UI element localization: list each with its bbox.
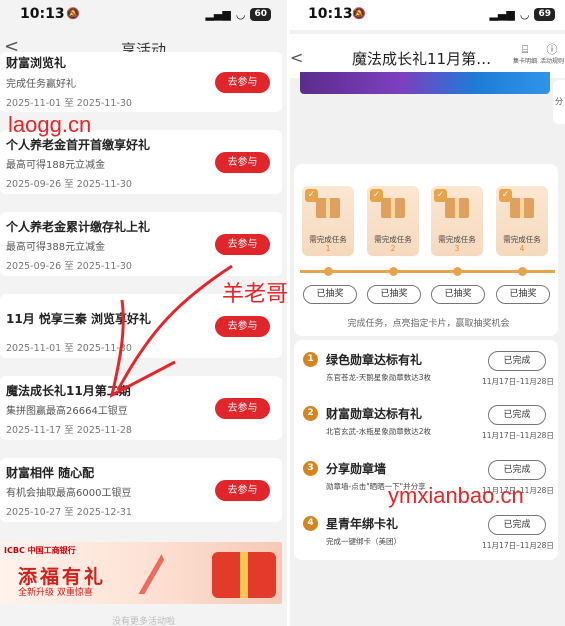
activity-title: 11月 悦享三秦 浏览享好礼 xyxy=(6,312,152,326)
task-number: 1 xyxy=(303,352,318,367)
activity-date: 2025-11-01 至 2025-11-30 xyxy=(6,98,132,109)
banner-tagline: 全新升级 双重惊喜 xyxy=(18,588,93,598)
reward-box[interactable]: ✓ 需完成任务 4 xyxy=(496,186,548,256)
join-button[interactable]: 去参与 xyxy=(215,316,270,337)
info-icon: ⓘ xyxy=(546,43,558,56)
share-tab[interactable]: 分 xyxy=(553,80,565,124)
status-time: 10:13 xyxy=(308,6,353,22)
join-button[interactable]: 去参与 xyxy=(215,152,270,173)
card-detail-icon: ⌸ xyxy=(521,43,529,56)
status-time: 10:13 xyxy=(20,6,65,22)
task-number: 2 xyxy=(303,406,318,421)
back-icon[interactable]: < xyxy=(290,48,303,67)
status-bar: 10:13 🔕 ▂▄▆ ◡ 60 xyxy=(0,0,287,30)
activity-title: 个人养老金首开首缴享好礼 xyxy=(6,138,151,152)
gift-icon xyxy=(316,198,340,218)
battery-icon: 69 xyxy=(534,8,555,21)
activity-date: 2025-09-26 至 2025-11-30 xyxy=(6,261,132,272)
silent-icon: 🔕 xyxy=(352,7,366,20)
status-bar: 10:13 🔕 ▂▄▆ ◡ 69 xyxy=(290,0,565,30)
progress-dot xyxy=(389,267,398,276)
activity-card[interactable]: 个人养老金首开首缴享好礼 最高可得188元立减金 2025-09-26 至 20… xyxy=(0,130,282,194)
activity-title: 个人养老金累计缴存礼上礼 xyxy=(6,220,151,234)
drawn-button[interactable]: 已抽奖 xyxy=(496,285,550,304)
promo-banner[interactable]: ICBC 中国工商银行 添福有礼 全新升级 双重惊喜 xyxy=(0,542,282,604)
progress-dot xyxy=(453,267,462,276)
completed-button[interactable]: 已完成 xyxy=(488,515,546,535)
wifi-icon: ◡ xyxy=(519,8,530,21)
gift-box-graphic xyxy=(212,552,276,598)
task-desc: 东官苍龙-天鹅星象勋章数达3枚 xyxy=(326,373,431,382)
instruction-text: 完成任务，点亮指定卡片，赢取抽奖机会 xyxy=(347,319,510,329)
signal-icon: ▂▄▆ xyxy=(205,8,231,21)
drawn-button[interactable]: 已抽奖 xyxy=(303,285,357,304)
completed-button[interactable]: 已完成 xyxy=(488,351,546,371)
list-end-note: 没有更多活动啦 xyxy=(111,617,175,626)
watermark-text: 羊老哥 xyxy=(222,281,289,306)
progress-dot xyxy=(324,267,333,276)
completed-button[interactable]: 已完成 xyxy=(488,460,546,480)
activity-date: 2025-11-17 至 2025-11-28 xyxy=(6,425,132,436)
gift-icon xyxy=(445,198,469,218)
task-date: 11月17日–11月28日 xyxy=(482,431,554,440)
activity-subtitle: 最高可得388元立减金 xyxy=(6,242,106,253)
task-date: 11月17日–11月28日 xyxy=(482,377,554,386)
completed-button[interactable]: 已完成 xyxy=(488,405,546,425)
gift-icon xyxy=(381,198,405,218)
activity-card[interactable]: 财富相伴 随心配 有机会抽取最高6000工银豆 2025-10-27 至 202… xyxy=(0,458,282,522)
task-name: 绿色勋章达标有礼 xyxy=(326,353,423,367)
progress-dot xyxy=(518,267,527,276)
signal-icon: ▂▄▆ xyxy=(489,8,515,21)
task-name: 分享勋章墙 xyxy=(326,462,387,476)
task-date: 11月17日–11月28日 xyxy=(482,541,554,550)
hero-banner-strip xyxy=(300,72,550,94)
gift-icon xyxy=(510,198,534,218)
bank-logo: ICBC 中国工商银行 xyxy=(4,546,76,555)
task-desc: 北官玄武-水瓶星象勋章数达2枚 xyxy=(326,427,431,436)
battery-icon: 60 xyxy=(250,8,271,21)
task-name: 财富勋章达标有礼 xyxy=(326,407,423,421)
card-details-button[interactable]: ⌸ 集卡明细 xyxy=(512,43,538,66)
reward-box[interactable]: ✓ 需完成任务 1 xyxy=(302,186,354,256)
watermark-text: laogg.cn xyxy=(8,112,92,137)
activity-title: 魔法成长礼11月第二期 xyxy=(6,384,131,398)
page-title: 魔法成长礼11月第… xyxy=(352,50,492,68)
activity-date: 2025-09-26 至 2025-11-30 xyxy=(6,179,132,190)
reward-box[interactable]: ✓ 需完成任务 2 xyxy=(367,186,419,256)
task-name: 星青年绑卡礼 xyxy=(326,517,399,531)
activity-date: 2025-11-01 至 2025-11-30 xyxy=(6,343,132,354)
task-desc: 完成一键绑卡（美团） xyxy=(326,537,401,546)
join-button[interactable]: 去参与 xyxy=(215,398,270,419)
activity-subtitle: 有机会抽取最高6000工银豆 xyxy=(6,488,132,499)
join-button[interactable]: 去参与 xyxy=(215,480,270,501)
wifi-icon: ◡ xyxy=(235,8,246,21)
silent-icon: 🔕 xyxy=(66,7,80,20)
activity-subtitle: 完成任务赢好礼 xyxy=(6,79,76,90)
activity-subtitle: 最高可得188元立减金 xyxy=(6,160,106,171)
activity-card[interactable]: 财富浏览礼 完成任务赢好礼 2025-11-01 至 2025-11-30 去参… xyxy=(0,52,282,112)
activity-title: 财富相伴 随心配 xyxy=(6,466,95,480)
join-button[interactable]: 去参与 xyxy=(215,72,270,93)
join-button[interactable]: 去参与 xyxy=(215,234,270,255)
task-number: 3 xyxy=(303,461,318,476)
task-number: 4 xyxy=(303,516,318,531)
drawn-button[interactable]: 已抽奖 xyxy=(367,285,421,304)
watermark-text: ymxianbao.cn xyxy=(388,483,524,508)
activity-subtitle: 集拼图赢最高26664工银豆 xyxy=(6,406,128,417)
left-screen: 10:13 🔕 ▂▄▆ ◡ 60 < 享活动 财富浏览礼 完成任务赢好礼 202… xyxy=(0,0,287,626)
rising-arrow-graphic xyxy=(138,554,222,594)
activity-date: 2025-10-27 至 2025-12-31 xyxy=(6,507,132,518)
drawn-button[interactable]: 已抽奖 xyxy=(431,285,485,304)
activity-title: 财富浏览礼 xyxy=(6,56,67,70)
progress-track xyxy=(300,270,555,273)
activity-card[interactable]: 魔法成长礼11月第二期 集拼图赢最高26664工银豆 2025-11-17 至 … xyxy=(0,376,282,440)
reward-box[interactable]: ✓ 需完成任务 3 xyxy=(431,186,483,256)
rules-button[interactable]: ⓘ 活动规则 xyxy=(539,43,565,66)
activity-card[interactable]: 个人养老金累计缴存礼上礼 最高可得388元立减金 2025-09-26 至 20… xyxy=(0,212,282,276)
